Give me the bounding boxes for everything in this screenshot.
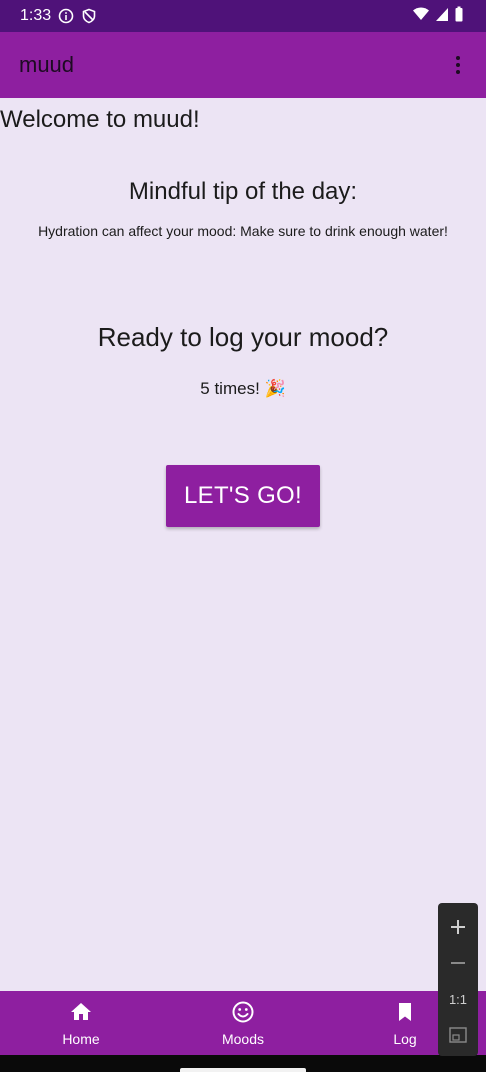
bottom-nav: Home Moods Log <box>0 991 486 1055</box>
wifi-icon <box>412 6 430 27</box>
shield-icon <box>81 8 97 24</box>
gesture-bar <box>0 1055 486 1072</box>
more-vert-icon[interactable] <box>446 53 470 77</box>
app-title: muud <box>19 52 75 77</box>
status-bar: 1:33 <box>0 0 486 32</box>
tip-heading: Mindful tip of the day: <box>128 178 358 205</box>
signal-icon <box>435 6 449 27</box>
zoom-reset-button[interactable]: 1:1 <box>440 983 476 1015</box>
nav-label-moods: Moods <box>221 1030 265 1047</box>
info-icon <box>58 8 74 24</box>
nav-label-home: Home <box>62 1030 100 1047</box>
fit-screen-icon[interactable] <box>440 1019 476 1051</box>
status-time: 1:33 <box>20 7 52 24</box>
welcome-text: Welcome to muud! <box>0 106 200 133</box>
zoom-in-button[interactable] <box>440 911 476 943</box>
smiley-icon <box>231 1000 255 1027</box>
bookmark-icon <box>393 1000 417 1027</box>
battery-icon <box>454 6 464 27</box>
status-right <box>412 6 464 27</box>
nav-item-moods[interactable]: Moods <box>188 991 298 1055</box>
gesture-handle[interactable] <box>180 1068 306 1072</box>
tip-text: Hydration can affect your mood: Make sur… <box>38 223 448 239</box>
zoom-controls: 1:1 <box>438 903 478 1056</box>
nav-item-home[interactable]: Home <box>26 991 136 1055</box>
nav-label-log: Log <box>393 1030 417 1047</box>
times-count-text: 5 times! 🎉 <box>200 379 286 398</box>
status-left: 1:33 <box>20 7 97 25</box>
lets-go-button[interactable]: LET'S GO! <box>166 465 320 527</box>
home-icon <box>69 1000 93 1027</box>
app-bar: muud <box>0 32 486 98</box>
ready-heading: Ready to log your mood? <box>97 322 389 352</box>
zoom-out-button[interactable] <box>440 947 476 979</box>
